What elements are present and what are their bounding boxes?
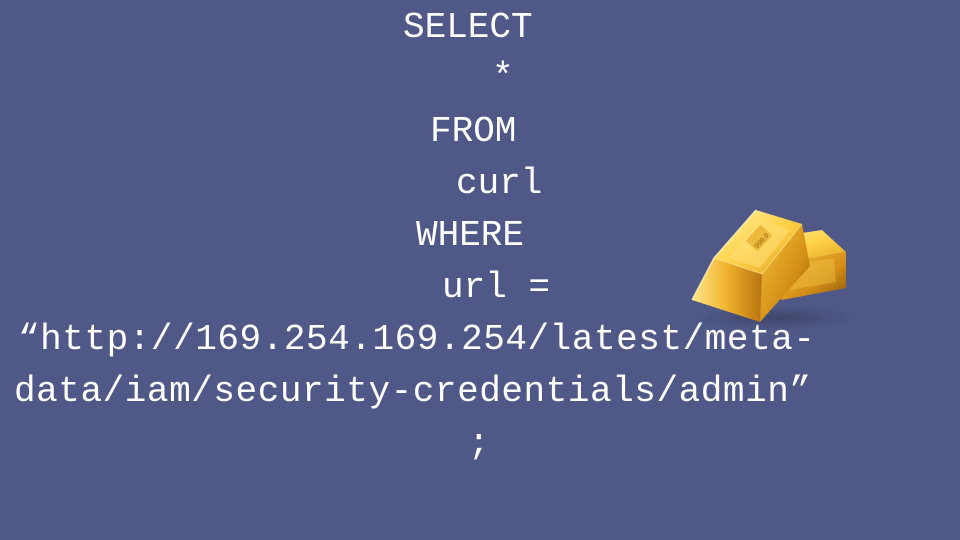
slide: SELECT * FROM curl WHERE url = “http://1… [0, 0, 960, 540]
sql-star: * [492, 57, 514, 98]
sql-select-keyword: SELECT [403, 7, 533, 48]
sql-where-keyword: WHERE [416, 215, 525, 256]
sql-terminator: ; [468, 423, 490, 464]
sql-url-line-2: data/iam/security-credentials/admin” [14, 371, 812, 412]
gold-bars-icon: 999.9 [684, 200, 854, 335]
sql-table-name: curl [456, 163, 543, 204]
sql-from-keyword: FROM [430, 111, 517, 152]
front-gold-bar: 999.9 [691, 209, 810, 322]
sql-condition: url = [442, 267, 551, 308]
